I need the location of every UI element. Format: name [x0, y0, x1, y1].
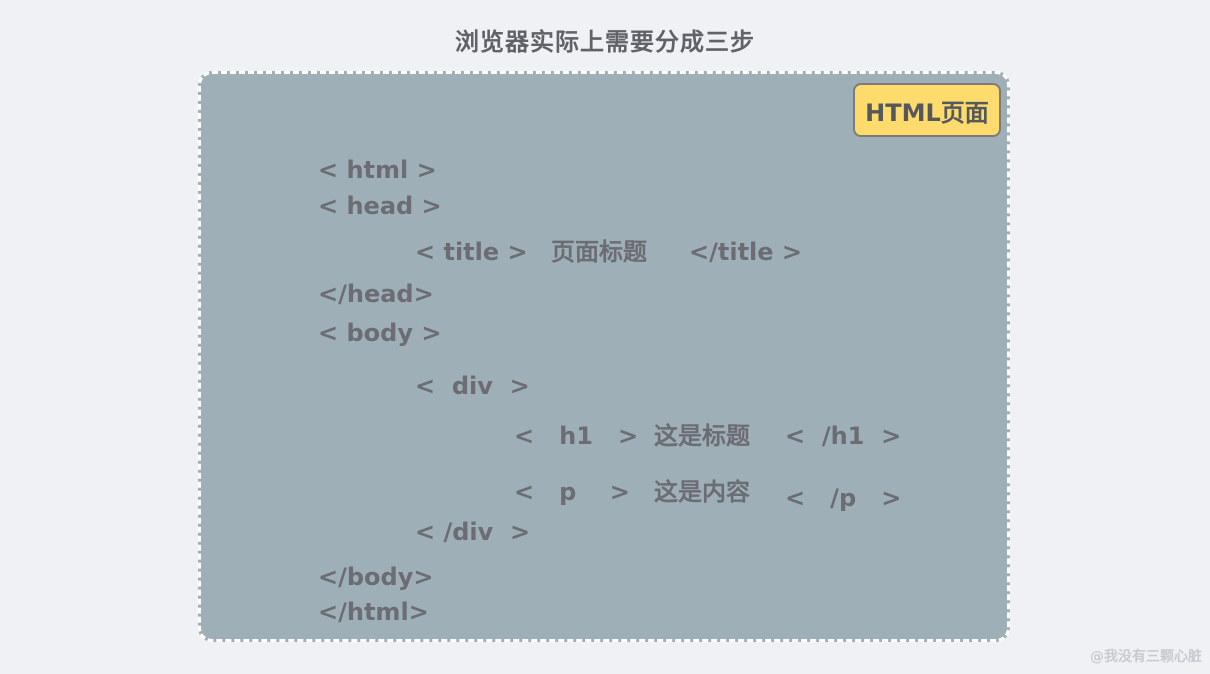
head-close-tag: </head> — [318, 280, 434, 308]
title-open-tag: < title > — [415, 238, 528, 266]
diagram-title: 浏览器实际上需要分成三步 — [455, 28, 755, 56]
p-close-tag: < /p > — [785, 484, 902, 512]
h1-close-tag: < /h1 > — [785, 422, 902, 450]
head-open-tag: < head > — [318, 192, 442, 220]
body-open-tag: < body > — [318, 319, 442, 347]
title-text: 页面标题 — [551, 238, 647, 266]
div-open-tag: < div > — [415, 372, 530, 400]
title-close-tag: </title > — [689, 238, 803, 266]
html-open-tag: < html > — [318, 156, 437, 184]
h1-text: 这是标题 — [654, 422, 750, 450]
p-text: 这是内容 — [654, 478, 750, 506]
author-watermark: @我没有三颗心脏 — [1090, 649, 1202, 665]
body-close-tag: </body> — [318, 563, 434, 591]
html-close-tag: </html> — [318, 598, 429, 626]
h1-open-tag: < h1 > — [514, 422, 639, 450]
html-page-badge: HTML页面 — [853, 83, 1001, 137]
div-close-tag: < /div > — [415, 518, 531, 546]
p-open-tag: < p > — [514, 478, 630, 506]
